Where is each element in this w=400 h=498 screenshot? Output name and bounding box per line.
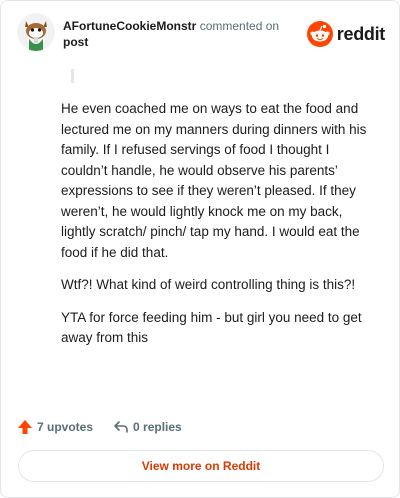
comment-paragraph: He even coached me on ways to eat the fo… <box>61 101 367 260</box>
post-link[interactable]: post <box>63 34 303 50</box>
reply-arrow-icon <box>114 421 128 433</box>
avatar-image <box>17 13 55 51</box>
reddit-logo-icon <box>306 21 333 47</box>
upvote-button[interactable]: 7 upvotes <box>17 419 93 435</box>
comment-actions: 7 upvotes 0 replies <box>17 417 202 437</box>
reddit-brand[interactable]: reddit <box>306 21 386 47</box>
comment-header: AFortuneCookieMonstr commented on post r… <box>17 13 385 53</box>
upvote-arrow-icon <box>18 420 32 434</box>
comment-paragraph: Wtf?! What kind of weird controlling thi… <box>61 277 356 292</box>
avatar[interactable] <box>17 13 55 51</box>
comment-body: He even coached me on ways to eat the fo… <box>61 99 379 361</box>
comment-meta: AFortuneCookieMonstr commented on post <box>63 18 303 50</box>
comment-card: AFortuneCookieMonstr commented on post r… <box>0 0 400 498</box>
commented-on-text: commented on <box>199 19 280 33</box>
comment-paragraph: YTA for force feeding him - but girl you… <box>61 309 362 346</box>
author-name[interactable]: AFortuneCookieMonstr <box>63 19 196 33</box>
reply-count: 0 replies <box>133 420 182 434</box>
reply-button[interactable]: 0 replies <box>113 419 182 435</box>
view-more-button[interactable]: View more on Reddit <box>18 450 384 482</box>
upvote-count: 7 upvotes <box>37 420 94 434</box>
reddit-wordmark: reddit <box>336 23 386 44</box>
quote-indicator <box>71 69 74 83</box>
